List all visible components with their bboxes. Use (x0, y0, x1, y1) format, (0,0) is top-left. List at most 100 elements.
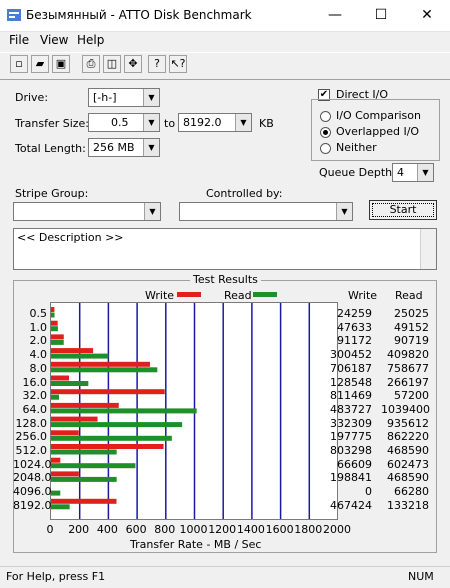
controlled-by-select[interactable]: ▼ (179, 202, 353, 221)
write-value: 128548 (330, 375, 372, 389)
chevron-down-icon: ▼ (143, 89, 159, 106)
y-tick-label: 256.0 (15, 430, 48, 444)
context-help-icon[interactable]: ↖? (169, 55, 187, 73)
transfer-to-label: to (164, 117, 176, 130)
neither-radio[interactable] (320, 143, 331, 154)
write-bar (51, 402, 119, 408)
write-bar (51, 444, 164, 449)
write-bar (51, 498, 117, 504)
read-value: 266197 (387, 375, 429, 389)
write-bar (51, 348, 94, 354)
y-tick-label: 8192.0 (13, 498, 52, 512)
queue-depth-label: Queue Depth: (319, 166, 396, 179)
read-value: 758677 (387, 361, 429, 375)
read-bar (51, 381, 89, 386)
write-bar (51, 457, 61, 463)
maximize-button[interactable]: ☐ (358, 0, 404, 31)
y-tick-label: 512.0 (15, 444, 48, 457)
description-area[interactable]: << Description >> (13, 228, 437, 270)
write-value: 24259 (337, 307, 372, 320)
y-tick-label: 16.0 (22, 375, 48, 389)
queue-depth-select[interactable]: 4 ▼ (392, 163, 434, 182)
chart-canvas (51, 303, 311, 519)
write-bar (51, 320, 58, 326)
io-comparison-radio[interactable] (320, 111, 331, 122)
read-bar (51, 326, 58, 332)
menu-help[interactable]: Help (77, 33, 104, 47)
write-bar (51, 416, 98, 422)
chevron-down-icon: ▼ (143, 114, 159, 131)
write-column-header: Write (348, 289, 378, 302)
y-tick-label: 2.0 (29, 334, 48, 348)
start-button[interactable]: Start (369, 200, 437, 220)
read-bar (51, 463, 136, 469)
x-axis-label: Transfer Rate - MB / Sec (130, 538, 262, 551)
transfer-to-value: 8192.0 (183, 116, 222, 129)
read-bar (51, 312, 55, 318)
write-bar (51, 334, 64, 340)
read-bar (51, 367, 158, 373)
transfer-from-select[interactable]: 0.5 ▼ (88, 113, 160, 132)
chevron-down-icon: ▼ (235, 114, 251, 131)
legend-read-swatch (253, 292, 277, 297)
legend-read-label: Read (224, 289, 252, 302)
stripe-group-label: Stripe Group: (15, 187, 89, 200)
y-tick-label: 2048.0 (13, 471, 52, 485)
read-value: 602473 (387, 457, 429, 471)
write-value: 197775 (330, 430, 372, 444)
transfer-size-label: Transfer Size: (15, 117, 90, 130)
print-icon[interactable]: ⎙ (82, 55, 100, 73)
legend-write-label: Write (145, 289, 175, 302)
write-value: 66609 (337, 457, 372, 471)
stripe-group-select[interactable]: ▼ (13, 202, 161, 221)
status-text: For Help, press F1 (6, 570, 106, 583)
new-file-icon[interactable]: ▫ (10, 55, 28, 73)
read-value: 49152 (394, 320, 429, 334)
write-bar (51, 361, 150, 367)
print-preview-icon[interactable]: ◫ (103, 55, 121, 73)
help-icon[interactable]: ? (148, 55, 166, 73)
minimize-button[interactable]: — (312, 0, 358, 31)
write-bar (51, 375, 70, 381)
write-value: 91172 (337, 334, 372, 348)
io-comparison-label: I/O Comparison (336, 109, 421, 122)
transfer-unit-label: KB (259, 117, 274, 130)
overlapped-io-label: Overlapped I/O (336, 125, 420, 138)
description-text: << Description >> (17, 231, 124, 244)
save-icon[interactable]: ▣ (52, 55, 70, 73)
read-value: 133218 (387, 498, 429, 512)
controlled-by-label: Controlled by: (206, 187, 283, 200)
open-folder-icon[interactable]: ▰ (31, 55, 49, 73)
y-tick-label: 4096.0 (13, 485, 52, 499)
legend-write-swatch (177, 292, 201, 297)
write-value: 47633 (337, 320, 372, 334)
write-bar (51, 430, 79, 436)
read-value: 25025 (394, 307, 429, 320)
read-value: 57200 (394, 389, 429, 403)
read-bar (51, 435, 172, 441)
read-bar (51, 408, 197, 414)
read-value: 468590 (387, 471, 429, 485)
read-bar (51, 490, 61, 496)
close-button[interactable]: ✕ (404, 0, 450, 31)
overlapped-io-radio[interactable] (320, 127, 331, 138)
read-bar (51, 422, 183, 428)
read-value: 66280 (394, 485, 429, 499)
y-tick-label: 1.0 (29, 320, 48, 334)
y-tick-label: 1024.0 (13, 457, 52, 471)
write-value: 483727 (330, 402, 372, 416)
total-length-value: 256 MB (93, 141, 135, 154)
benchmark-chart (50, 302, 338, 520)
move-icon[interactable]: ✥ (124, 55, 142, 73)
description-scrollbar[interactable] (420, 229, 436, 269)
read-bar (51, 449, 117, 455)
y-tick-label: 0.5 (29, 307, 48, 320)
transfer-to-select[interactable]: 8192.0 ▼ (178, 113, 252, 132)
queue-depth-value: 4 (397, 166, 404, 179)
y-tick-label: 4.0 (29, 348, 48, 362)
drive-select[interactable]: [-h-] ▼ (88, 88, 160, 107)
menu-view[interactable]: View (40, 33, 68, 47)
total-length-select[interactable]: 256 MB ▼ (88, 138, 160, 157)
read-value: 409820 (387, 348, 429, 362)
menu-file[interactable]: File (9, 33, 29, 47)
